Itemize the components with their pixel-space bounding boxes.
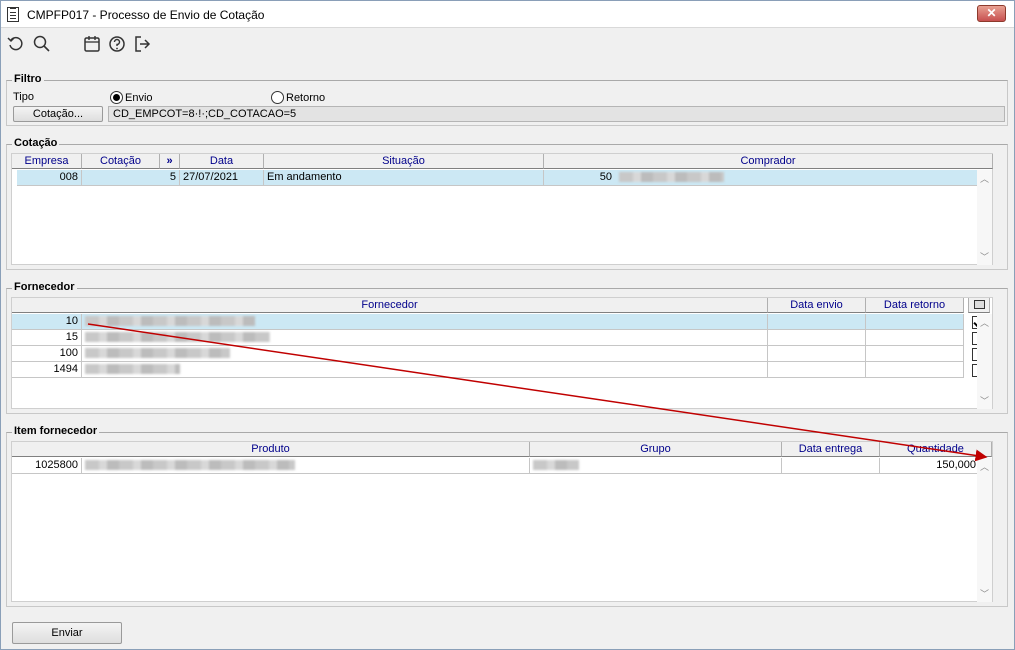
redacted-name	[533, 460, 579, 471]
col-data-envio[interactable]: Data envio	[768, 298, 866, 313]
cell-data-retorno	[866, 330, 964, 346]
cell-data-envio	[768, 314, 866, 330]
cell-data-entrega	[782, 458, 880, 474]
comprador-code: 50	[599, 171, 612, 183]
cell-grupo	[530, 458, 782, 474]
col-empresa[interactable]: Empresa	[12, 154, 82, 169]
table-row[interactable]: 10	[12, 314, 966, 330]
cell-fornecedor-name	[82, 314, 768, 330]
exit-icon[interactable]	[132, 34, 152, 54]
scroll-up-icon[interactable]: ︿	[980, 172, 989, 185]
col-data-entrega[interactable]: Data entrega	[782, 442, 880, 457]
redacted-name	[619, 172, 725, 183]
col-fornecedor[interactable]: Fornecedor	[12, 298, 768, 313]
refresh-icon[interactable]	[6, 34, 26, 54]
redacted-name	[85, 332, 270, 343]
fornecedor-title: Fornecedor	[12, 281, 77, 293]
cell-data-envio	[768, 346, 866, 362]
cell-cotacao: 5	[82, 170, 180, 186]
item-scrollbar[interactable]: ︿ ﹀	[977, 458, 992, 602]
cell-data-retorno	[866, 362, 964, 378]
table-row[interactable]: 008 5 27/07/2021 Em andamento 50	[12, 170, 993, 186]
cell-data: 27/07/2021	[180, 170, 264, 186]
cell-quantidade[interactable]: 150,000	[880, 458, 980, 474]
col-data-retorno[interactable]: Data retorno	[866, 298, 964, 313]
scroll-up-icon[interactable]: ︿	[980, 316, 989, 329]
cell-data-retorno	[866, 346, 964, 362]
redacted-name	[85, 460, 295, 471]
col-quantidade[interactable]: Quantidade	[880, 442, 992, 457]
filtro-group: Filtro Tipo Envio Retorno Cotação... CD_…	[6, 73, 1008, 126]
document-icon	[7, 7, 19, 22]
calendar-icon[interactable]	[82, 34, 102, 54]
window-title: CMPFP017 - Processo de Envio de Cotação	[27, 8, 265, 22]
cell-situacao: Em andamento	[264, 170, 544, 186]
scroll-down-icon[interactable]: ﹀	[980, 587, 989, 600]
cell-data-envio	[768, 330, 866, 346]
col-produto[interactable]: Produto	[12, 442, 530, 457]
cell-fornecedor-code: 15	[12, 330, 82, 346]
cotacao-group: Cotação Empresa Cotação » Data Situação …	[6, 137, 1008, 270]
enviar-button[interactable]: Enviar	[12, 622, 122, 644]
cotacao-grid: Empresa Cotação » Data Situação Comprado…	[11, 153, 993, 265]
col-data[interactable]: Data	[180, 154, 264, 169]
cotacao-scrollbar[interactable]: ︿ ﹀	[977, 170, 992, 265]
select-all-icon[interactable]	[973, 300, 985, 309]
cell-fornecedor-name	[82, 330, 768, 346]
cotacao-lookup-button[interactable]: Cotação...	[13, 106, 103, 122]
fornecedor-group: Fornecedor Fornecedor Data envio Data re…	[6, 281, 1008, 414]
table-row[interactable]: 15	[12, 330, 966, 346]
item-fornecedor-group: Item fornecedor Produto Grupo Data entre…	[6, 425, 1008, 607]
cell-fornecedor-name	[82, 346, 768, 362]
item-fornecedor-title: Item fornecedor	[12, 425, 100, 437]
radio-envio[interactable]	[110, 91, 123, 104]
col-situacao[interactable]: Situação	[264, 154, 544, 169]
tipo-label: Tipo	[13, 91, 34, 103]
cell-fornecedor-code: 10	[12, 314, 82, 330]
col-comprador[interactable]: Comprador	[544, 154, 993, 169]
title-bar: CMPFP017 - Processo de Envio de Cotação …	[1, 1, 1014, 28]
close-button[interactable]: ✕	[977, 5, 1006, 22]
cell-produto-code: 1025800	[12, 458, 82, 474]
table-row[interactable]: 1025800 150,000	[12, 458, 980, 474]
cotacao-title: Cotação	[12, 137, 60, 149]
fornecedor-scrollbar[interactable]: ︿ ﹀	[977, 314, 992, 409]
cell-produto-name	[82, 458, 530, 474]
cotacao-filter-field[interactable]: CD_EMPCOT=8·!·;CD_COTACAO=5	[108, 106, 1005, 122]
cell-data-retorno	[866, 314, 964, 330]
col-grupo[interactable]: Grupo	[530, 442, 782, 457]
table-row[interactable]: 100	[12, 346, 966, 362]
cell-empresa: 008	[17, 170, 82, 186]
radio-retorno-label[interactable]: Retorno	[286, 92, 325, 104]
radio-retorno[interactable]	[271, 91, 284, 104]
col-expand[interactable]: »	[160, 154, 180, 169]
toolbar	[1, 29, 1014, 59]
scroll-down-icon[interactable]: ﹀	[980, 394, 989, 407]
redacted-name	[85, 316, 255, 327]
radio-envio-label[interactable]: Envio	[125, 92, 153, 104]
help-icon[interactable]	[107, 34, 127, 54]
cell-fornecedor-name	[82, 362, 768, 378]
cell-fornecedor-code: 1494	[12, 362, 82, 378]
scroll-down-icon[interactable]: ﹀	[980, 250, 989, 263]
fornecedor-grid: Fornecedor Data envio Data retorno 10 15	[11, 297, 993, 409]
table-row[interactable]: 1494	[12, 362, 966, 378]
redacted-name	[85, 348, 230, 359]
scroll-up-icon[interactable]: ︿	[980, 460, 989, 473]
cell-fornecedor-code: 100	[12, 346, 82, 362]
redacted-name	[85, 364, 180, 375]
main-window: CMPFP017 - Processo de Envio de Cotação …	[0, 0, 1015, 650]
item-grid: Produto Grupo Data entrega Quantidade 10…	[11, 441, 993, 602]
cell-data-envio	[768, 362, 866, 378]
col-cotacao[interactable]: Cotação	[82, 154, 160, 169]
search-icon[interactable]	[32, 34, 52, 54]
cell-comprador: 50	[544, 170, 979, 186]
filtro-title: Filtro	[12, 73, 44, 85]
col-select-all[interactable]	[968, 298, 990, 313]
